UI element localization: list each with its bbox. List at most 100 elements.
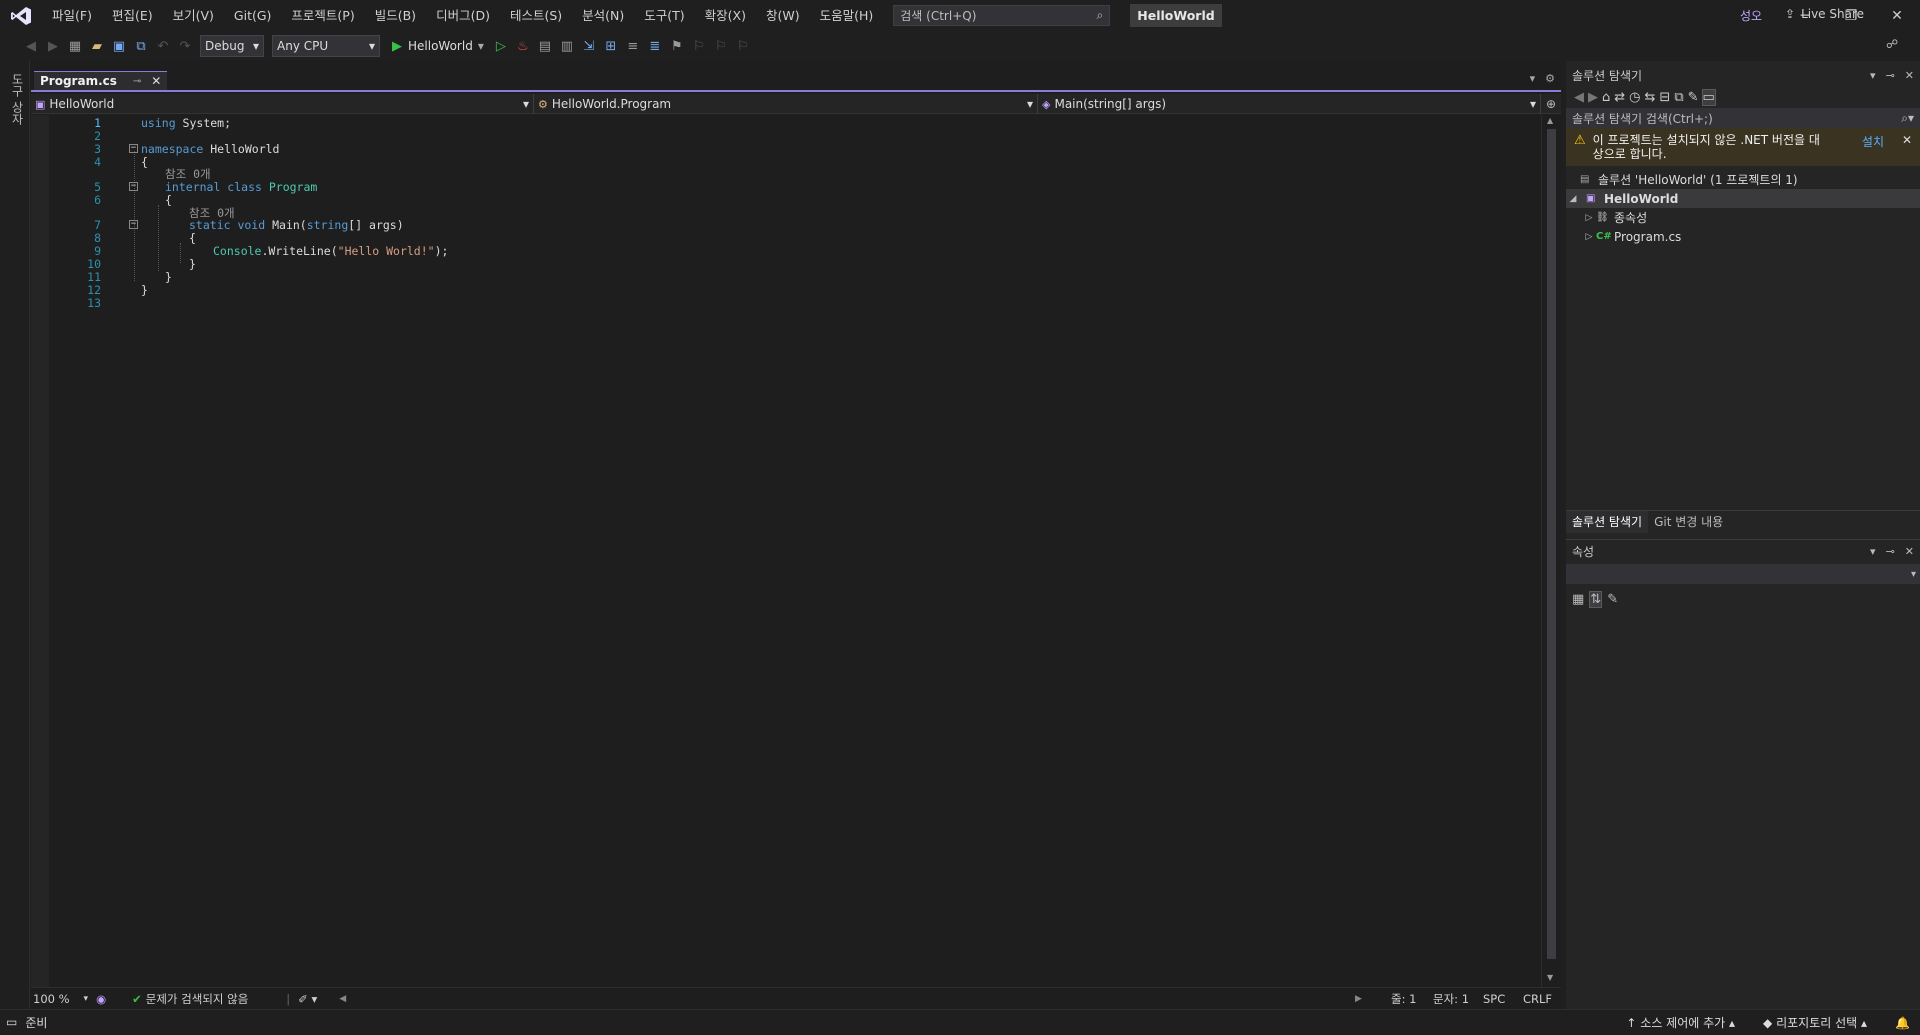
settings-gear-icon[interactable]: ⚙	[1545, 72, 1555, 85]
window-position-icon[interactable]: ▾	[1870, 545, 1876, 558]
alphabetical-icon[interactable]: ⇅	[1589, 590, 1603, 608]
toolbox-tab[interactable]: 도구 상자	[9, 73, 26, 125]
type-dropdown[interactable]: ⚙ HelloWorld.Program ▾	[534, 94, 1038, 114]
tree-item-solution[interactable]: ▤ 솔루션 'HelloWorld' (1 프로젝트의 1)	[1566, 170, 1920, 189]
menu-debug[interactable]: 디버그(D)	[426, 0, 500, 31]
scroll-down-icon[interactable]: ▼	[1547, 973, 1553, 982]
tab-git-changes[interactable]: Git 변경 내용	[1648, 513, 1729, 530]
member-dropdown[interactable]: ◈ Main(string[] args) ▾	[1038, 94, 1541, 114]
tree-item-program-cs[interactable]: ▷ C# Program.cs	[1566, 227, 1920, 246]
sync-icon[interactable]: ⇆	[1645, 90, 1656, 105]
code-text-area[interactable]: 1 using System; 2 3 − namespace HelloWor…	[31, 115, 1541, 987]
scroll-up-icon[interactable]: ▲	[1547, 116, 1553, 125]
prev-bookmark-icon[interactable]: ⚐	[688, 35, 710, 57]
format-icon[interactable]: ⊞	[600, 35, 622, 57]
scrollbar-thumb[interactable]	[1547, 129, 1556, 959]
issues-indicator[interactable]: ✔ 문제가 검색되지 않음	[132, 991, 248, 1007]
save-all-icon[interactable]: ⧉	[130, 35, 152, 57]
copilot-icon[interactable]: ◉	[96, 992, 106, 1006]
new-item-icon[interactable]: ▦	[64, 35, 86, 57]
redo-icon[interactable]: ↷	[174, 35, 196, 57]
account-avatar[interactable]: 성오	[1740, 7, 1762, 24]
tab-list-dropdown-icon[interactable]: ▾	[1530, 72, 1536, 85]
pin-icon[interactable]: ⊸	[133, 76, 141, 87]
show-all-files-icon[interactable]: ⧉	[1674, 90, 1683, 105]
window-position-icon[interactable]: ▾	[1870, 69, 1876, 82]
visual-studio-logo-icon[interactable]	[0, 0, 42, 31]
undo-icon[interactable]: ↶	[152, 35, 174, 57]
column-indicator[interactable]: 문자: 1	[1433, 991, 1469, 1007]
tree-item-dependencies[interactable]: ▷ ⛓ 종속성	[1566, 208, 1920, 227]
feedback-icon[interactable]: ☍	[1886, 37, 1898, 51]
navigate-back-icon[interactable]: ◀	[20, 35, 42, 57]
collapse-icon[interactable]: −	[129, 144, 138, 153]
open-file-icon[interactable]: ▰	[86, 35, 108, 57]
menu-build[interactable]: 빌드(B)	[365, 0, 426, 31]
bookmark-icon[interactable]: ⚑	[666, 35, 688, 57]
switch-views-icon[interactable]: ⇄	[1614, 90, 1625, 105]
tree-item-project[interactable]: ◢ ▣ HelloWorld	[1566, 189, 1920, 208]
collapsed-arrow-icon[interactable]: ▷	[1582, 213, 1596, 223]
output-window-icon[interactable]: ▭	[6, 1015, 17, 1029]
collapse-all-icon[interactable]: ⊟	[1659, 90, 1670, 105]
step-icon[interactable]: ⇲	[578, 35, 600, 57]
line-ending-indicator[interactable]: CRLF	[1523, 992, 1552, 1006]
browser-link-icon[interactable]: ▤	[534, 35, 556, 57]
live-share-button[interactable]: ⇪ Live Share	[1785, 7, 1864, 21]
menu-file[interactable]: 파일(F)	[42, 0, 102, 31]
close-panel-icon[interactable]: ✕	[1905, 545, 1914, 558]
dismiss-warning-icon[interactable]: ✕	[1902, 133, 1912, 147]
tab-program-cs[interactable]: Program.cs ⊸ ✕	[34, 71, 168, 90]
project-dropdown[interactable]: ▣ HelloWorld ▾	[31, 94, 534, 114]
collapsed-arrow-icon[interactable]: ▷	[1582, 232, 1596, 242]
start-without-debugging-icon[interactable]: ▷	[490, 35, 512, 57]
properties-wrench-icon[interactable]: ✎	[1688, 90, 1699, 105]
clear-bookmarks-icon[interactable]: ⚐	[732, 35, 754, 57]
indent-icon[interactable]: ≡	[622, 35, 644, 57]
menu-extensions[interactable]: 확장(X)	[695, 0, 756, 31]
menu-project[interactable]: 프로젝트(P)	[281, 0, 364, 31]
scroll-right-icon[interactable]: ▶	[1355, 994, 1362, 1004]
close-icon[interactable]: ✕	[1874, 0, 1920, 31]
next-bookmark-icon[interactable]: ⚐	[710, 35, 732, 57]
categorized-icon[interactable]: ▦	[1572, 592, 1584, 607]
add-to-source-control-button[interactable]: ↑ 소스 제어에 추가 ▴	[1626, 1014, 1735, 1031]
close-panel-icon[interactable]: ✕	[1905, 69, 1914, 82]
split-editor-icon[interactable]: ⊕	[1541, 94, 1561, 113]
solution-search-input[interactable]: 솔루션 탐색기 검색(Ctrl+;) ⌕▾	[1566, 108, 1920, 128]
hot-reload-icon[interactable]: ♨	[512, 35, 534, 57]
forward-icon[interactable]: ▶	[1588, 90, 1598, 105]
code-cleanup-icon[interactable]: ✐ ▾	[298, 992, 317, 1006]
menu-test[interactable]: 테스트(S)	[500, 0, 572, 31]
spacing-indicator[interactable]: SPC	[1483, 992, 1505, 1006]
line-indicator[interactable]: 줄: 1	[1391, 991, 1416, 1007]
configuration-dropdown[interactable]: Debug ▾	[200, 35, 264, 57]
layout-icon[interactable]: ▥	[556, 35, 578, 57]
tab-solution-explorer[interactable]: 솔루션 탐색기	[1566, 510, 1649, 533]
scroll-left-icon[interactable]: ◀	[339, 994, 346, 1004]
vertical-scrollbar[interactable]: ▲ ▼	[1541, 115, 1561, 987]
close-tab-icon[interactable]: ✕	[151, 74, 161, 88]
select-repository-button[interactable]: ◆ 리포지토리 선택 ▴	[1763, 1014, 1867, 1031]
zoom-dropdown[interactable]: 100 % ▾	[33, 992, 88, 1006]
collapse-icon[interactable]: −	[129, 220, 138, 229]
object-selector-dropdown[interactable]: ▾	[1566, 564, 1920, 584]
collapse-icon[interactable]: −	[129, 182, 138, 191]
menu-tools[interactable]: 도구(T)	[634, 0, 694, 31]
navigate-forward-icon[interactable]: ▶	[42, 35, 64, 57]
menu-git[interactable]: Git(G)	[224, 0, 282, 31]
start-debugging-button[interactable]: ▶ HelloWorld ▾	[392, 39, 484, 54]
menu-view[interactable]: 보기(V)	[163, 0, 224, 31]
search-input[interactable]: 검색 (Ctrl+Q) ⌕	[893, 5, 1111, 26]
pin-icon[interactable]: ⊸	[1886, 69, 1895, 82]
menu-help[interactable]: 도움말(H)	[810, 0, 884, 31]
menu-analyze[interactable]: 분석(N)	[572, 0, 634, 31]
home-icon[interactable]: ⌂	[1602, 90, 1610, 105]
outdent-icon[interactable]: ≣	[644, 35, 666, 57]
back-icon[interactable]: ◀	[1574, 90, 1584, 105]
install-link[interactable]: 설치	[1862, 133, 1884, 150]
notifications-bell-icon[interactable]: 🔔	[1895, 1016, 1910, 1030]
preview-icon[interactable]: ▭	[1701, 88, 1716, 106]
property-pages-icon[interactable]: ✎	[1607, 592, 1618, 607]
save-icon[interactable]: ▣	[108, 35, 130, 57]
